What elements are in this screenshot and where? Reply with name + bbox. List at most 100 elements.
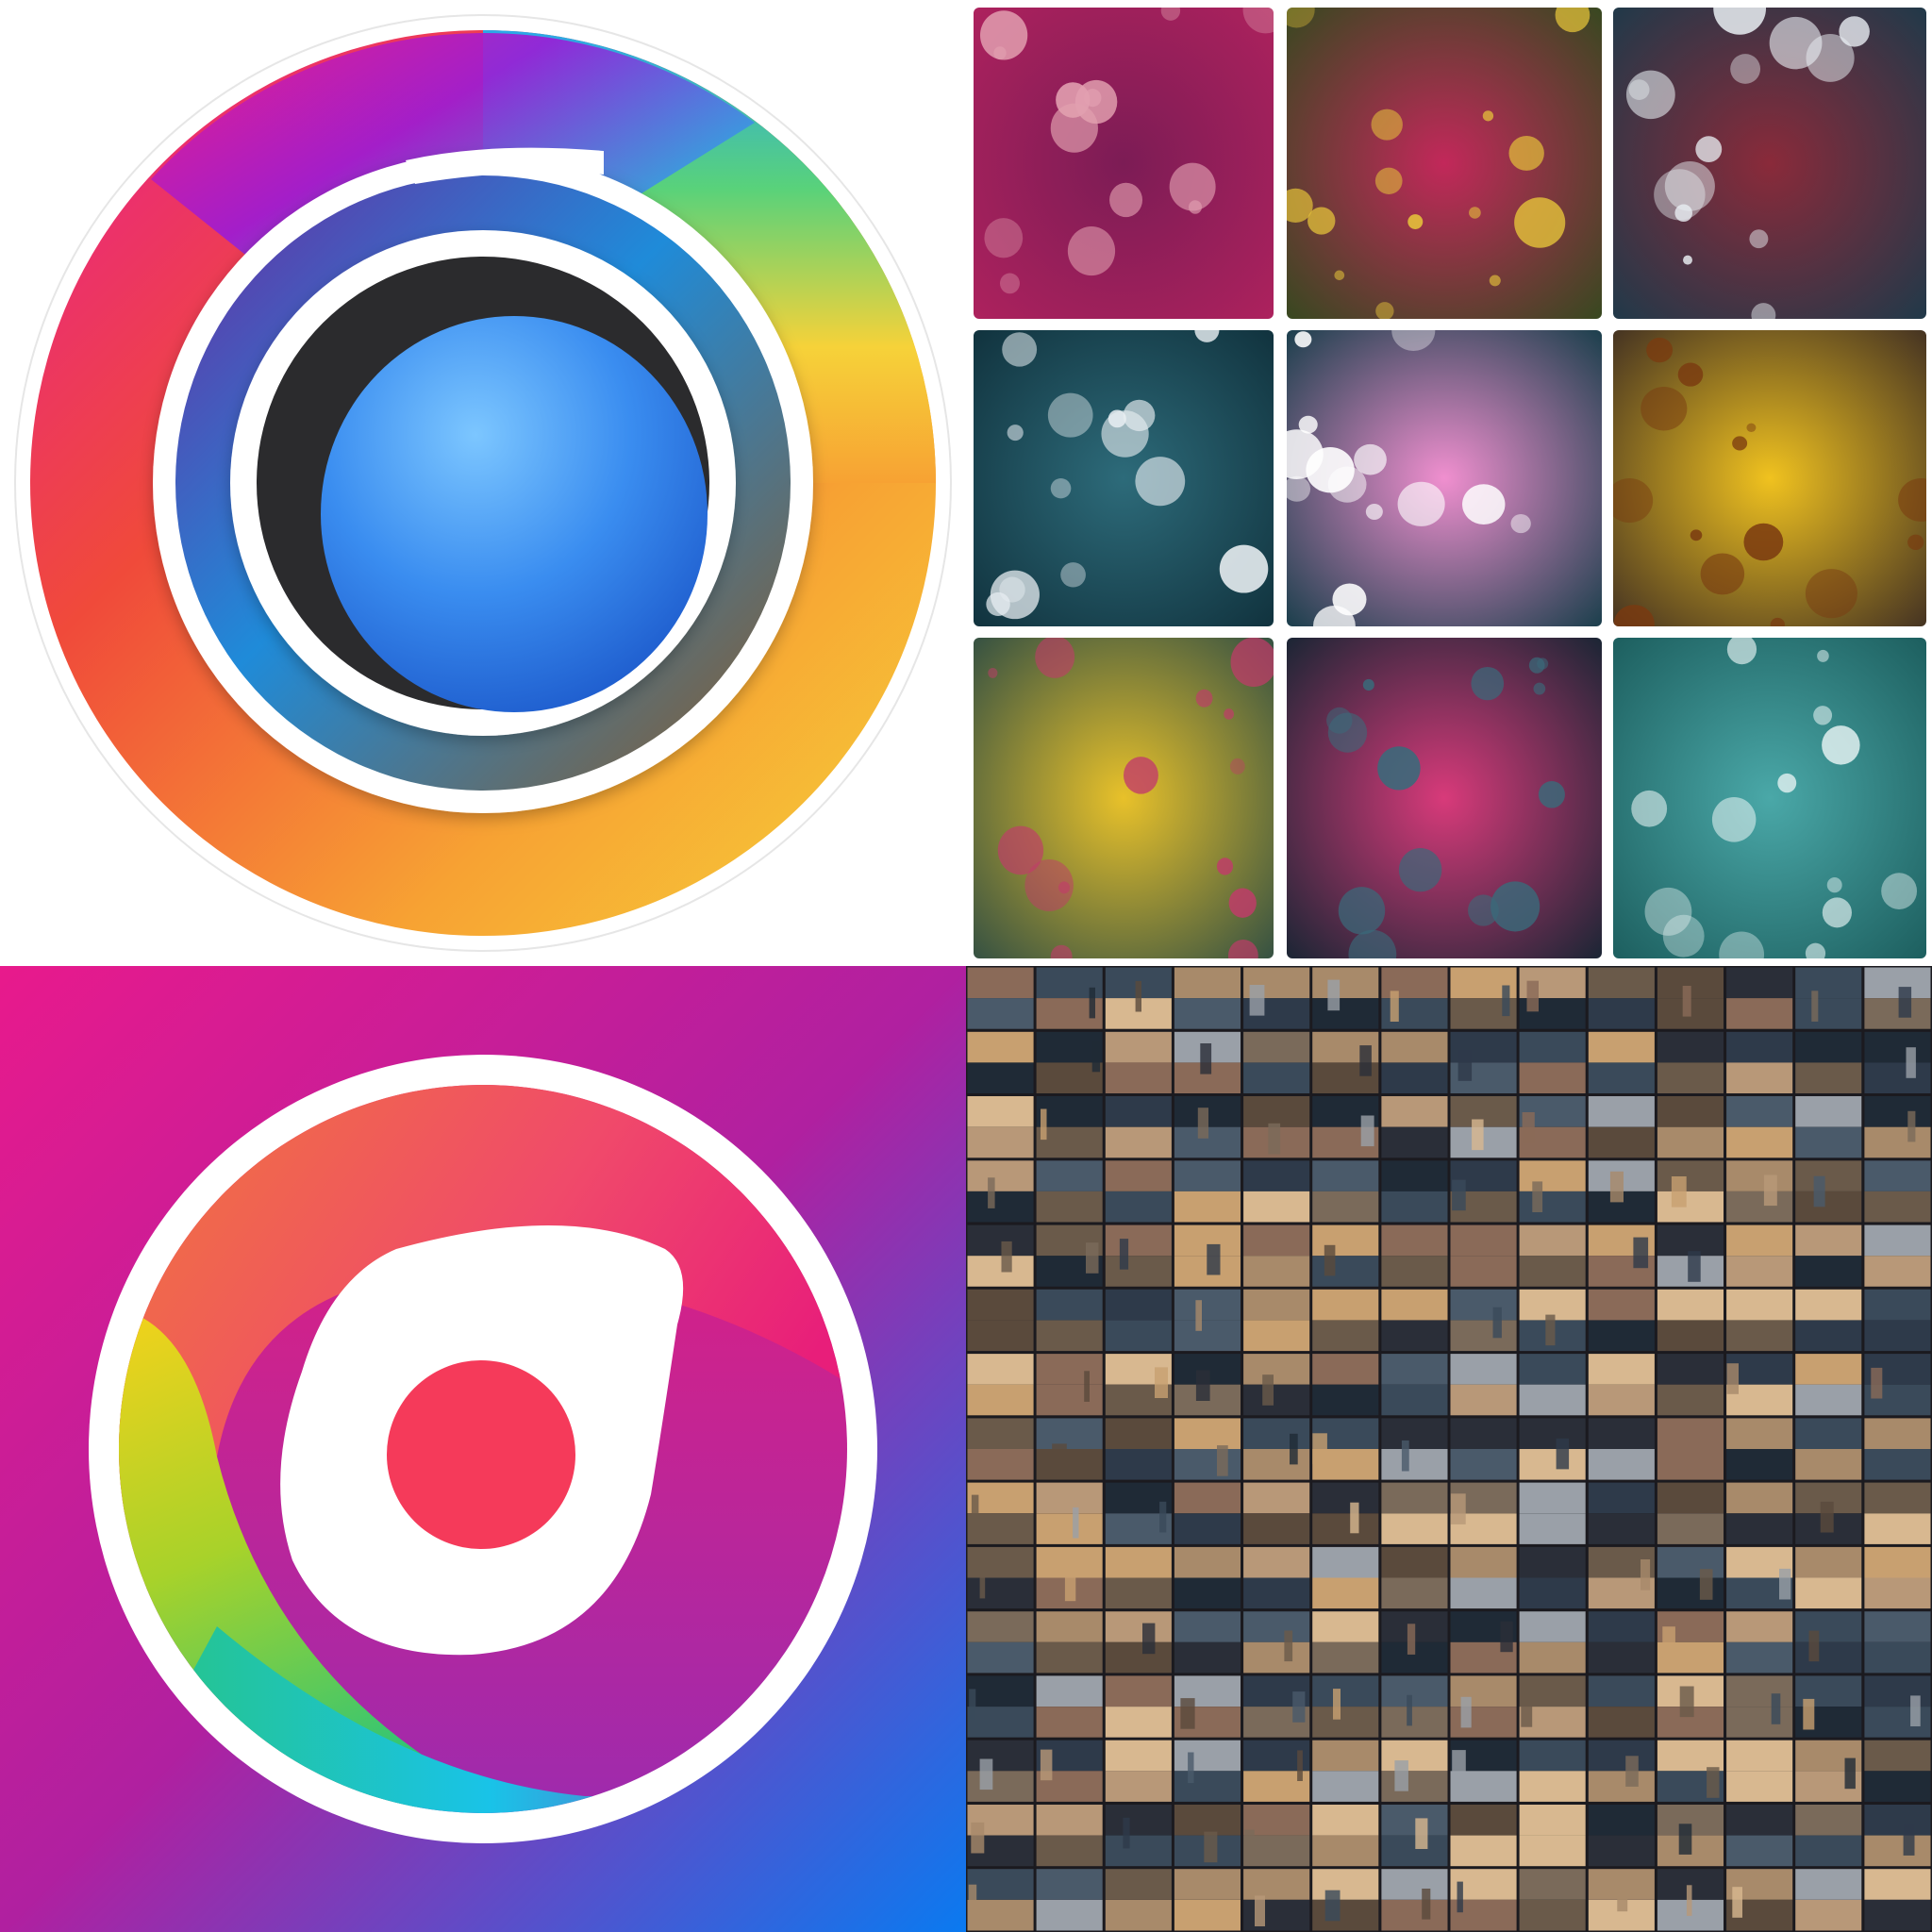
photo-tile-dark-leaf-drops[interactable] — [1287, 638, 1602, 958]
mosaic-photo-thumb — [1864, 1805, 1931, 1867]
mosaic-photo-thumb — [1381, 1224, 1448, 1287]
mosaic-photo-thumb — [1174, 1740, 1241, 1802]
mosaic-photo-thumb — [1726, 1675, 1793, 1738]
mosaic-photo-thumb — [1243, 967, 1310, 1029]
mosaic-photo-thumb — [967, 1031, 1034, 1093]
mosaic-photo-thumb — [1519, 1289, 1586, 1352]
mosaic-photo-thumb — [1657, 1289, 1724, 1352]
red-spiky-flower-icon — [1287, 8, 1602, 319]
photo-tile-blurred-magenta-petals[interactable] — [974, 8, 1274, 319]
mosaic-photo-thumb — [1381, 1096, 1448, 1158]
mosaic-photo-thumb — [1174, 1418, 1241, 1480]
mosaic-photo-thumb — [1864, 1096, 1931, 1158]
mosaic-photo-thumb — [1657, 1096, 1724, 1158]
mosaic-photo-thumb — [1588, 1546, 1655, 1609]
mosaic-photo-thumb — [1519, 1546, 1586, 1609]
camera-app-icon-panel — [0, 966, 966, 1932]
mosaic-photo-thumb — [1519, 1160, 1586, 1223]
mosaic-photo-thumb — [1726, 1031, 1793, 1093]
mosaic-photo-thumb — [1243, 1675, 1310, 1738]
photo-tile-red-spiky-flower[interactable] — [1287, 8, 1602, 319]
mosaic-photo-thumb — [1312, 1611, 1379, 1674]
mosaic-photo-thumb — [1795, 1546, 1862, 1609]
mosaic-photo-thumb — [1036, 1675, 1103, 1738]
mosaic-photo-thumb — [1795, 1289, 1862, 1352]
city-photo-mosaic-panel — [966, 966, 1932, 1932]
mosaic-photo-thumb — [1864, 1289, 1931, 1352]
mosaic-photo-thumb — [1243, 1482, 1310, 1544]
mosaic-photo-thumb — [1795, 1740, 1862, 1802]
mosaic-photo-thumb — [1105, 1289, 1172, 1352]
mosaic-photo-thumb — [1864, 1354, 1931, 1416]
mosaic-photo-thumb — [1588, 1096, 1655, 1158]
photo-tile-teal-droplet-surface[interactable] — [1613, 638, 1926, 958]
mosaic-photo-thumb — [1588, 1031, 1655, 1093]
mosaic-photo-thumb — [1795, 1096, 1862, 1158]
mosaic-photo-thumb — [1657, 1224, 1724, 1287]
mosaic-photo-thumb — [1450, 1675, 1517, 1738]
mosaic-photo-thumb — [967, 1289, 1034, 1352]
mosaic-photo-thumb — [1105, 1869, 1172, 1931]
mosaic-photo-thumb — [1864, 1611, 1931, 1674]
mosaic-photo-thumb — [1381, 1740, 1448, 1802]
mosaic-photo-thumb — [1795, 1354, 1862, 1416]
photo-tile-pink-dandelion[interactable] — [1287, 330, 1602, 626]
mosaic-photo-thumb — [1795, 1224, 1862, 1287]
mosaic-photo-thumb — [1243, 1160, 1310, 1223]
mosaic-photo-thumb — [1105, 1224, 1172, 1287]
mosaic-photo-thumb — [1588, 1611, 1655, 1674]
mosaic-photo-thumb — [1174, 1611, 1241, 1674]
mosaic-photo-thumb — [1105, 1354, 1172, 1416]
mosaic-photo-thumb — [1174, 1096, 1241, 1158]
mosaic-photo-thumb — [1036, 967, 1103, 1029]
mosaic-photo-thumb — [1036, 1096, 1103, 1158]
mosaic-photo-thumb — [1519, 1096, 1586, 1158]
mosaic-photo-thumb — [1657, 1740, 1724, 1802]
mosaic-photo-thumb — [1312, 1096, 1379, 1158]
center-dot-icon — [387, 1360, 575, 1549]
mosaic-photo-thumb — [1726, 1482, 1793, 1544]
mosaic-photo-thumb — [1795, 1675, 1862, 1738]
mosaic-photo-thumb — [1174, 1805, 1241, 1867]
mosaic-photo-thumb — [1036, 1031, 1103, 1093]
mosaic-photo-thumb — [1864, 1031, 1931, 1093]
mosaic-photo-thumb — [1381, 1869, 1448, 1931]
mosaic-photo-thumb — [1795, 1611, 1862, 1674]
mosaic-photo-thumb — [1657, 1869, 1724, 1931]
mosaic-photo-thumb — [1243, 1418, 1310, 1480]
photo-tile-water-drops-teal-red[interactable] — [1613, 8, 1926, 319]
mosaic-photo-thumb — [1450, 1611, 1517, 1674]
mosaic-photo-thumb — [967, 1805, 1034, 1867]
mosaic-photo-thumb — [1036, 1224, 1103, 1287]
mosaic-photo-thumb — [1519, 1418, 1586, 1480]
mosaic-photo-thumb — [967, 1482, 1034, 1544]
photo-tile-dewy-yellow-petal[interactable] — [974, 638, 1274, 958]
mosaic-photo-thumb — [1657, 1418, 1724, 1480]
mosaic-photo-thumb — [1243, 1031, 1310, 1093]
mosaic-photo-thumb — [1450, 967, 1517, 1029]
mosaic-photo-thumb — [1519, 1482, 1586, 1544]
mosaic-photo-thumb — [1450, 1354, 1517, 1416]
mosaic-photo-thumb — [967, 1160, 1034, 1223]
mosaic-photo-thumb — [1243, 1096, 1310, 1158]
mosaic-photo-thumb — [967, 1546, 1034, 1609]
teal-droplet-surface-icon — [1613, 638, 1926, 958]
mosaic-photo-thumb — [1795, 1418, 1862, 1480]
mosaic-photo-thumb — [1381, 1031, 1448, 1093]
mosaic-photo-thumb — [1243, 1546, 1310, 1609]
mosaic-photo-thumb — [1312, 1354, 1379, 1416]
photo-tile-yellow-flower[interactable] — [1613, 330, 1926, 626]
mosaic-photo-thumb — [1381, 1482, 1448, 1544]
mosaic-photo-thumb — [1657, 1031, 1724, 1093]
mosaic-photo-thumb — [967, 1354, 1034, 1416]
photo-tile-water-droplets-teal[interactable] — [974, 330, 1274, 626]
mosaic-photo-thumb — [1105, 1482, 1172, 1544]
mosaic-photo-thumb — [1657, 1546, 1724, 1609]
mosaic-photo-thumb — [1381, 967, 1448, 1029]
mosaic-photo-thumb — [1381, 1611, 1448, 1674]
mosaic-photo-thumb — [1105, 1740, 1172, 1802]
mosaic-photo-thumb — [1726, 1354, 1793, 1416]
mosaic-photo-thumb — [1726, 1289, 1793, 1352]
mosaic-photo-thumb — [1450, 1740, 1517, 1802]
mosaic-photo-thumb — [1657, 1805, 1724, 1867]
